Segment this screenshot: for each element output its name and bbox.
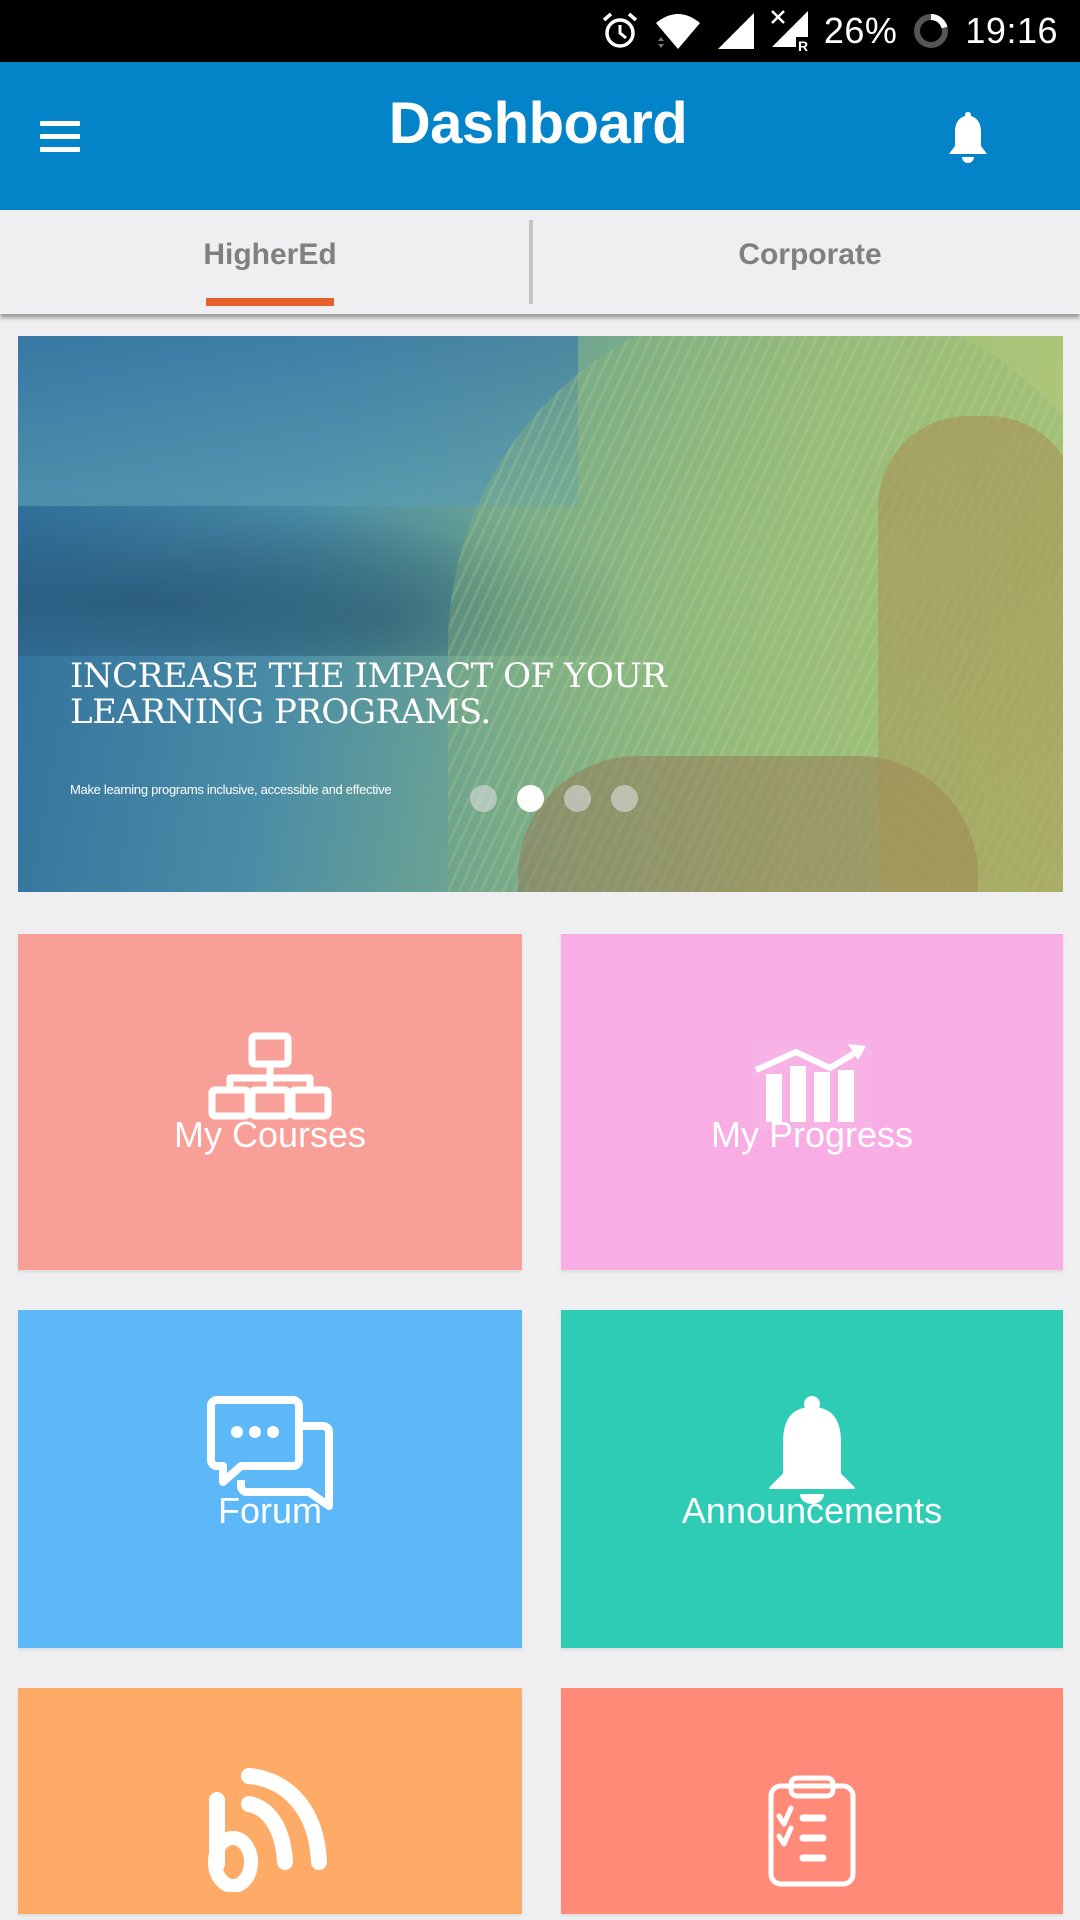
signal-icon — [717, 13, 754, 49]
signal-roaming-no-data-icon: R — [770, 10, 810, 53]
banner-headline-line1: INCREASE THE IMPACT OF YOUR — [70, 656, 667, 696]
tile-label: Announcements — [681, 1490, 943, 1531]
page-title: Dashboard — [388, 91, 688, 156]
battery-ring-icon — [914, 14, 949, 48]
clipboard-checklist-icon — [768, 1775, 856, 1887]
carousel-pagination — [470, 785, 638, 812]
banner-subline: Make learning programs inclusive, access… — [70, 782, 392, 797]
app-bar: Dashboard — [0, 62, 1080, 210]
banner-photo-person — [878, 416, 1063, 892]
tab-corporate[interactable]: Corporate — [540, 210, 1080, 314]
status-icons: R 26% 19:16 — [600, 0, 1058, 62]
svg-text:R: R — [798, 38, 808, 53]
battery-percent: 26% — [823, 10, 898, 51]
tab-highered[interactable]: HigherEd — [0, 210, 540, 314]
hero-carousel[interactable]: INCREASE THE IMPACT OF YOUR LEARNING PRO… — [18, 336, 1063, 892]
banner-headline-line2: LEARNING PROGRAMS. — [70, 692, 491, 732]
carousel-dot-2-active[interactable] — [517, 785, 544, 812]
notification-bell-icon[interactable] — [938, 108, 998, 168]
tab-label: HigherEd — [203, 238, 337, 271]
tab-bar: HigherEd Corporate — [0, 210, 1080, 314]
tile-forum[interactable]: Forum — [18, 1310, 522, 1648]
tile-announcements[interactable]: Announcements — [561, 1310, 1063, 1648]
tile-label: My Courses — [173, 1114, 367, 1155]
carousel-dot-4[interactable] — [611, 785, 638, 812]
status-bar: R 26% 19:16 — [0, 0, 1080, 62]
tile-label: Forum — [217, 1490, 322, 1531]
clock: 19:16 — [965, 10, 1058, 51]
carousel-dot-1[interactable] — [470, 785, 497, 812]
tile-label: My Progress — [710, 1114, 914, 1155]
tile-blog[interactable] — [18, 1688, 522, 1914]
blog-rss-icon — [208, 1768, 327, 1892]
active-tab-indicator — [206, 298, 334, 306]
banner-headline: INCREASE THE IMPACT OF YOUR LEARNING PRO… — [70, 658, 770, 730]
tile-assignments[interactable] — [561, 1688, 1063, 1914]
sitemap-icon — [208, 1032, 332, 1120]
tab-label: Corporate — [738, 238, 882, 271]
tile-my-progress[interactable]: My Progress — [561, 934, 1063, 1270]
alarm-icon — [602, 12, 637, 48]
carousel-dot-3[interactable] — [564, 785, 591, 812]
wifi-icon — [655, 14, 700, 49]
tab-divider — [529, 220, 533, 304]
tile-my-courses[interactable]: My Courses — [18, 934, 522, 1270]
